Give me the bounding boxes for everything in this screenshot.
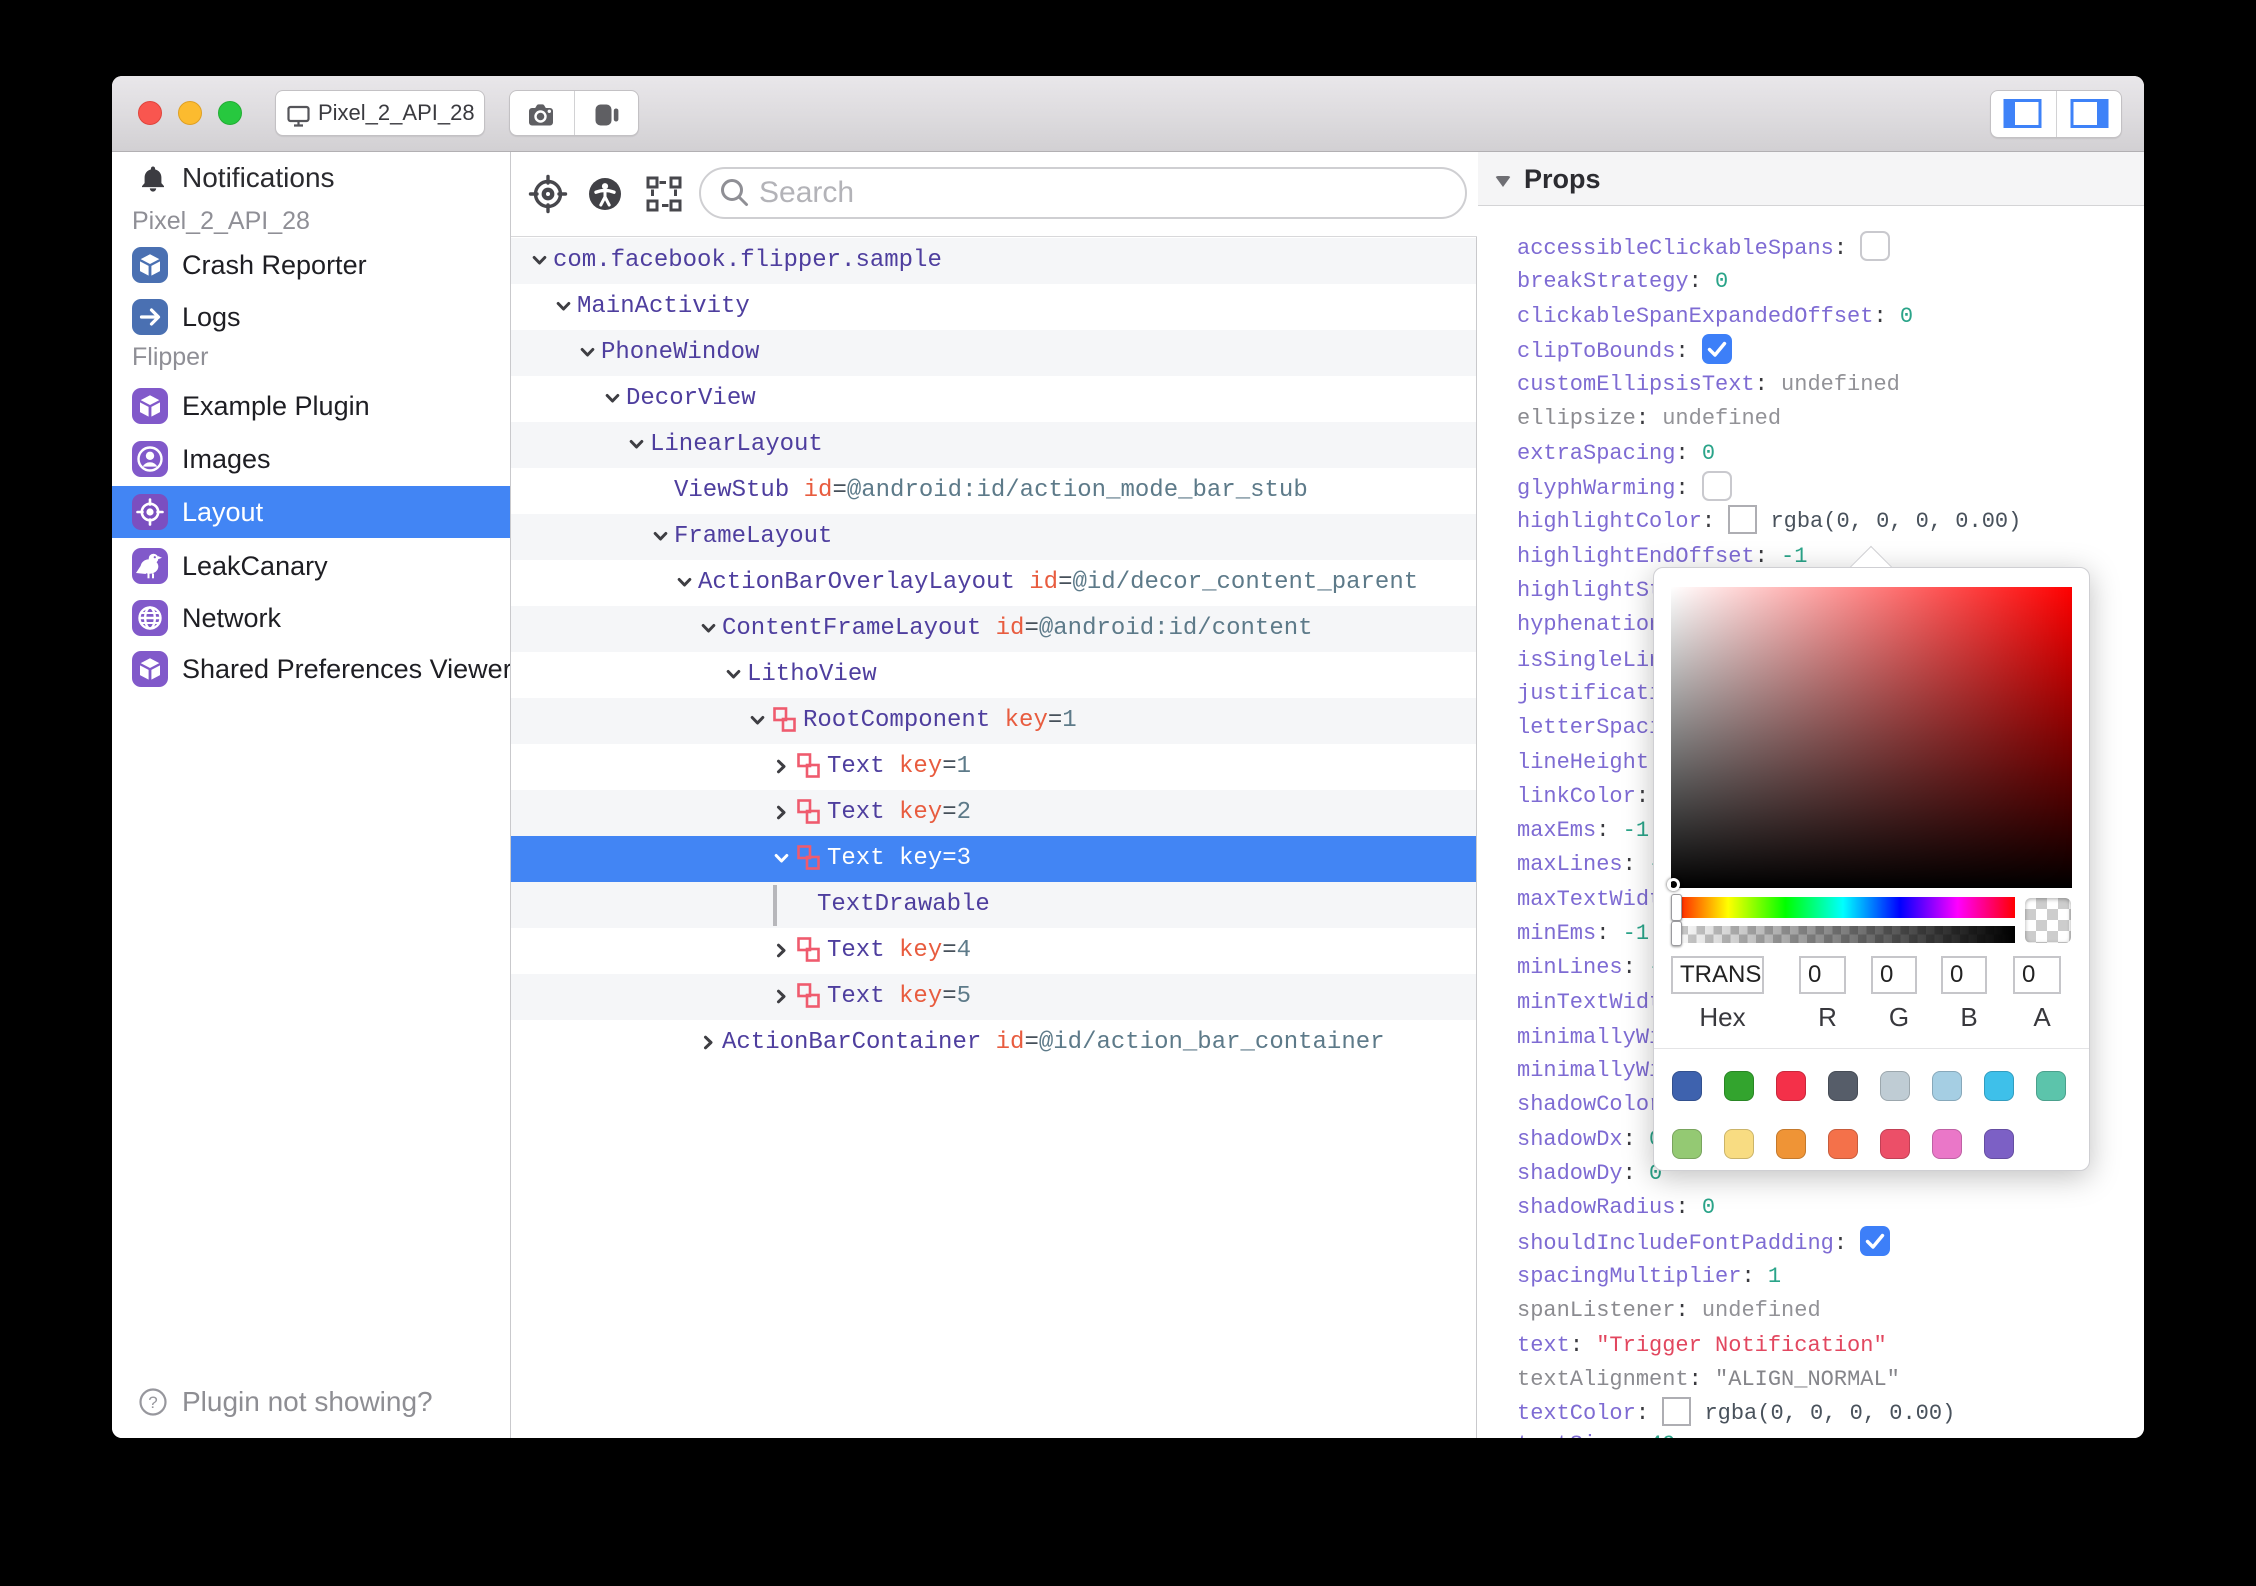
- svg-text:?: ?: [148, 1393, 157, 1412]
